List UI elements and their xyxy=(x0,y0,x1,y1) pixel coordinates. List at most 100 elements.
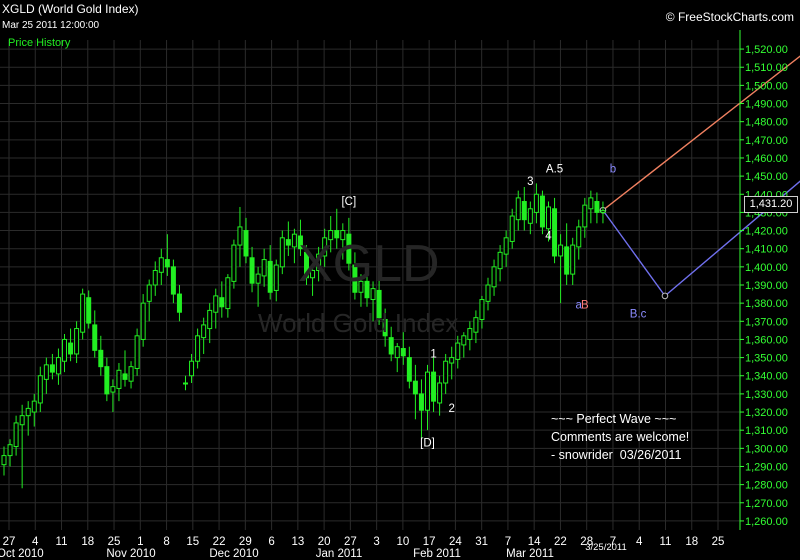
month-label: Jan 2011 xyxy=(316,548,362,560)
candle-body xyxy=(43,364,49,380)
candle xyxy=(62,334,67,373)
x-tick-label: 25 xyxy=(712,536,725,548)
candle-body xyxy=(146,284,152,302)
candle-body xyxy=(491,266,497,288)
wave-labels: [C]12[D]3A.54a BbB.c xyxy=(341,163,646,449)
x-tick-label: 29 xyxy=(239,536,252,548)
candle-body xyxy=(425,371,430,411)
candle-body xyxy=(552,208,558,257)
x-tick-label: 24 xyxy=(449,536,462,548)
candle xyxy=(176,285,182,322)
candle-body xyxy=(225,277,231,310)
candle xyxy=(225,274,231,318)
candle-body xyxy=(406,357,412,382)
y-tick-label: 1,510.00 xyxy=(745,62,788,74)
candle xyxy=(515,190,521,231)
y-tick-label: 1,520.00 xyxy=(745,44,788,56)
wave-label: 1 xyxy=(430,349,436,361)
x-tick-label: 8 xyxy=(163,536,169,548)
candle xyxy=(55,348,61,385)
x-tick-label: 27 xyxy=(344,536,357,548)
candle-body xyxy=(473,317,479,333)
candle xyxy=(412,364,418,420)
y-tick-label: 1,290.00 xyxy=(745,461,788,473)
wave-label: b xyxy=(610,163,616,175)
candle-body xyxy=(267,260,273,293)
candle-body xyxy=(128,366,134,382)
candle-body xyxy=(55,357,61,375)
candle xyxy=(140,294,146,347)
candle xyxy=(509,208,515,249)
candle-body xyxy=(600,210,606,213)
y-tick-label: 1,330.00 xyxy=(745,389,788,401)
candle-body xyxy=(582,204,588,228)
candle xyxy=(158,248,164,285)
candle-body xyxy=(116,369,122,389)
candle-body xyxy=(437,382,443,404)
date-marker: 3/25/2011 xyxy=(585,542,627,553)
month-label: Mar 2011 xyxy=(506,548,554,560)
y-tick-label: 1,300.00 xyxy=(745,443,788,455)
candle-body xyxy=(394,346,400,359)
x-tick-label: 22 xyxy=(554,536,567,548)
candle xyxy=(437,375,443,416)
candle-body xyxy=(515,197,521,221)
candle-body xyxy=(13,422,19,448)
candle-body xyxy=(279,237,285,268)
candle-body xyxy=(104,366,110,395)
y-tick-label: 1,380.00 xyxy=(745,298,788,310)
candle-body xyxy=(273,264,279,291)
candle-body xyxy=(19,415,25,426)
candle-body xyxy=(443,360,449,384)
candle-body xyxy=(588,197,594,210)
x-tick-label: 20 xyxy=(318,536,331,548)
y-tick-label: 1,260.00 xyxy=(745,516,788,528)
candle-body xyxy=(570,244,576,275)
candle xyxy=(485,277,491,311)
x-tick-label: 18 xyxy=(685,536,698,548)
candle-body xyxy=(533,193,539,213)
candle-body xyxy=(158,257,164,273)
candle xyxy=(98,335,104,376)
candle xyxy=(576,219,582,260)
candle-body xyxy=(467,328,473,340)
x-tick-label: 3 xyxy=(373,536,379,548)
timestamp: Mar 25 2011 12:00:00 xyxy=(2,20,100,31)
wave-label: 3 xyxy=(527,176,533,188)
candle xyxy=(527,201,533,235)
month-label: Dec 2010 xyxy=(209,548,258,560)
y-tick-label: 1,320.00 xyxy=(745,407,788,419)
candle-body xyxy=(98,349,104,368)
y-tick-label: 1,350.00 xyxy=(745,353,788,365)
candle xyxy=(80,288,86,340)
candle-body xyxy=(521,201,527,221)
y-tick-label: 1,500.00 xyxy=(745,80,788,92)
candle xyxy=(564,223,570,285)
candle xyxy=(273,259,279,302)
candle-body xyxy=(461,335,467,346)
candle xyxy=(13,415,19,456)
wave-label: B.c xyxy=(630,309,647,321)
candle xyxy=(128,361,134,389)
candle xyxy=(588,190,594,224)
candle xyxy=(170,259,176,304)
candle xyxy=(279,230,285,275)
candle xyxy=(164,234,170,276)
x-tick-label: 11 xyxy=(660,536,672,548)
brand-link[interactable]: © FreeStockCharts.com xyxy=(666,10,794,24)
x-tick-label: 6 xyxy=(268,536,274,548)
x-tick-label: 13 xyxy=(291,536,304,548)
y-tick-label: 1,400.00 xyxy=(745,262,788,274)
candle-body xyxy=(479,299,485,320)
candle-body xyxy=(62,338,67,362)
month-label: Oct 2010 xyxy=(0,548,44,560)
candle-body xyxy=(176,293,182,313)
panel-label[interactable]: Price History xyxy=(8,37,70,49)
candle xyxy=(479,295,485,329)
candle-body xyxy=(140,302,146,340)
x-tick-label: 14 xyxy=(528,536,541,548)
candle-body xyxy=(431,371,437,402)
candle-body xyxy=(564,246,570,275)
candle-body xyxy=(195,335,201,362)
x-tick-label: 22 xyxy=(213,536,226,548)
